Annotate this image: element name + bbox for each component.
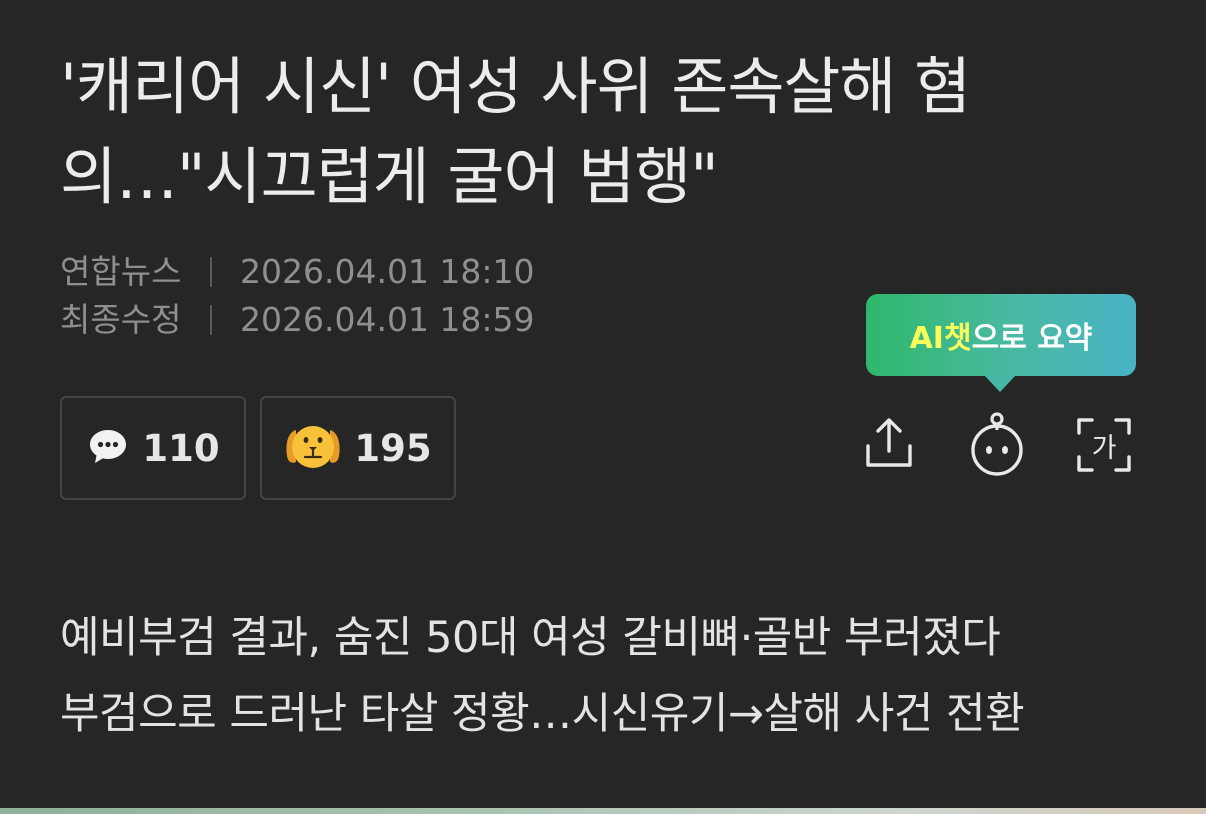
reaction-count: 195 <box>354 426 432 470</box>
published-meta: 연합뉴스 2026.04.01 18:10 <box>60 252 535 292</box>
modified-meta: 최종수정 2026.04.01 18:59 <box>60 300 535 340</box>
modified-timestamp: 2026.04.01 18:59 <box>240 300 535 339</box>
font-size-icon: 가 <box>1075 416 1133 474</box>
tooltip-arrow <box>984 375 1016 392</box>
comment-bubble-icon <box>86 424 130 472</box>
share-button[interactable] <box>856 412 922 478</box>
font-size-glyph: 가 <box>1091 432 1117 464</box>
article-photo-top-edge <box>0 808 1206 814</box>
ai-bot-icon <box>965 410 1029 480</box>
reactions-button[interactable]: 195 <box>260 396 456 500</box>
meta-divider <box>210 257 212 287</box>
article-title: '캐리어 시신' 여성 사위 존속살해 혐 의…"시끄럽게 굴어 범행" <box>60 42 1150 222</box>
published-timestamp: 2026.04.01 18:10 <box>240 252 535 291</box>
article-title-line-2: 의…"시끄럽게 굴어 범행" <box>60 140 719 213</box>
article-subheadlines: 예비부검 결과, 숨진 50대 여성 갈비뼈·골반 부러졌다 부검으로 드러난 … <box>60 600 1025 752</box>
tooltip-text: 으로 요약 <box>971 321 1093 356</box>
source-label: 연합뉴스 <box>60 252 182 291</box>
ai-chat-button[interactable] <box>964 412 1030 478</box>
dog-face-icon <box>284 420 342 476</box>
ai-summary-tooltip[interactable]: AI챗 으로 요약 <box>866 294 1136 392</box>
tooltip-highlight: AI챗 <box>909 321 972 356</box>
share-icon <box>859 413 919 477</box>
comments-button[interactable]: 110 <box>60 396 246 500</box>
modified-label: 최종수정 <box>60 300 182 339</box>
article-page: '캐리어 시신' 여성 사위 존속살해 혐 의…"시끄럽게 굴어 범행" 연합뉴… <box>0 0 1206 814</box>
subheadline-2: 부검으로 드러난 타살 정황…시신유기→살해 사건 전환 <box>60 689 1025 739</box>
subheadline-1: 예비부검 결과, 숨진 50대 여성 갈비뼈·골반 부러졌다 <box>60 613 1001 663</box>
font-size-button[interactable]: 가 <box>1071 412 1137 478</box>
meta-divider <box>210 305 212 335</box>
article-title-line-1: '캐리어 시신' 여성 사위 존속살해 혐 <box>60 50 971 123</box>
comment-count: 110 <box>142 426 220 470</box>
